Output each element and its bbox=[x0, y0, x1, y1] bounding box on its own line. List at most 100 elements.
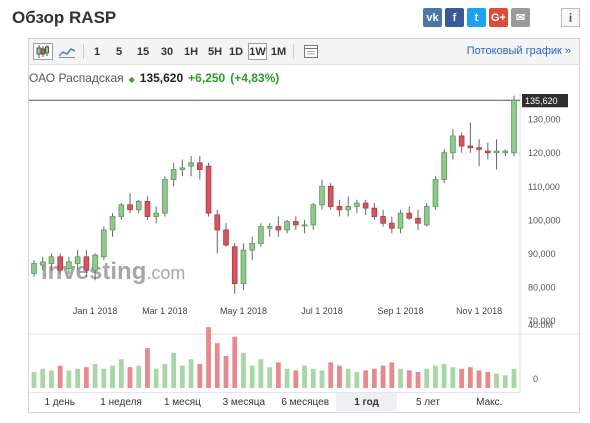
candle-body bbox=[197, 162, 203, 170]
range-selector: 1 день 1 неделя 1 месяц 3 месяца 6 месяцев 1 … bbox=[29, 392, 520, 411]
vk-icon[interactable]: vk bbox=[423, 8, 442, 27]
volume-bar bbox=[319, 370, 325, 388]
range-button[interactable]: 1 день bbox=[29, 393, 90, 411]
candle-body bbox=[135, 201, 142, 211]
volume-bar bbox=[511, 368, 517, 388]
volume-bar bbox=[40, 368, 46, 388]
chart-panel: 1 5 15 30 1H 5H 1D 1W 1M Потоковый график » ОАО … bbox=[28, 38, 580, 413]
info-icon[interactable]: i bbox=[561, 8, 580, 27]
volume-bar bbox=[188, 359, 194, 388]
x-tick-label: Nov 1 2018 bbox=[456, 306, 502, 316]
x-tick-label: Mar 1 2018 bbox=[142, 306, 188, 316]
y-tick-label: 110,000 bbox=[528, 182, 560, 192]
candle-body bbox=[380, 216, 386, 224]
candle-body bbox=[476, 147, 482, 150]
page-title: Обзор RASP bbox=[12, 8, 117, 27]
timeframe-1d[interactable]: 1D bbox=[227, 43, 245, 60]
volume-bar bbox=[293, 370, 299, 388]
candle-body bbox=[502, 150, 509, 154]
candle-body bbox=[188, 162, 194, 167]
volume-bar bbox=[389, 362, 395, 388]
candle-body bbox=[389, 222, 395, 229]
candle-body bbox=[493, 150, 500, 154]
volume-bar bbox=[57, 365, 63, 388]
candlestick-icon[interactable] bbox=[33, 43, 53, 60]
candle-body bbox=[240, 249, 247, 285]
volume-bar bbox=[302, 365, 307, 388]
last-price: 135,620 bbox=[139, 71, 184, 85]
volume-bar bbox=[398, 368, 403, 388]
volume-bar bbox=[75, 368, 81, 388]
volume-bar bbox=[371, 368, 377, 388]
timeframe-1w[interactable]: 1W bbox=[248, 43, 267, 60]
volume-bar bbox=[241, 352, 246, 388]
range-button[interactable]: 1 год bbox=[335, 393, 398, 411]
price-chart[interactable]: Investing.com70,00080,00090,000100,00011… bbox=[29, 94, 579, 392]
volume-bar bbox=[206, 327, 211, 388]
candle-body bbox=[101, 229, 107, 258]
candle-body bbox=[74, 256, 81, 264]
x-tick-label: May 1 2018 bbox=[220, 306, 267, 316]
volume-bar bbox=[127, 367, 133, 388]
volume-bar bbox=[424, 368, 430, 388]
timeframe-5[interactable]: 5 bbox=[111, 43, 127, 60]
candle-body bbox=[450, 135, 456, 154]
area-chart-icon[interactable] bbox=[57, 43, 77, 60]
stream-chart-link[interactable]: Потоковый график » bbox=[467, 45, 571, 57]
indicators-icon[interactable] bbox=[301, 43, 321, 60]
volume-bar bbox=[162, 364, 168, 388]
timeframe-5h[interactable]: 5H bbox=[205, 43, 225, 60]
volume-bar bbox=[232, 336, 238, 388]
candle-body bbox=[170, 169, 177, 180]
y-tick-label: 120,000 bbox=[528, 148, 561, 158]
y-tick-label: 130,000 bbox=[528, 115, 561, 125]
candle-body bbox=[423, 206, 430, 226]
volume-bar bbox=[136, 365, 142, 388]
range-button[interactable]: 1 неделя bbox=[90, 393, 151, 411]
volume-bar bbox=[345, 368, 351, 388]
chart-toolbar: 1 5 15 30 1H 5H 1D 1W 1M Потоковый график » bbox=[29, 39, 579, 65]
volume-bar bbox=[145, 348, 150, 388]
timeframe-1[interactable]: 1 bbox=[89, 43, 105, 60]
range-button[interactable]: 6 месяцев bbox=[275, 393, 336, 411]
range-button[interactable]: 3 месяца bbox=[213, 393, 274, 411]
google-plus-icon[interactable]: G+ bbox=[489, 8, 508, 27]
volume-bar bbox=[197, 364, 203, 388]
volume-bar bbox=[110, 365, 115, 388]
facebook-icon[interactable]: f bbox=[445, 8, 464, 27]
candle-body bbox=[415, 217, 421, 224]
timeframe-1h[interactable]: 1H bbox=[181, 43, 201, 60]
volume-bar bbox=[267, 367, 273, 388]
candle-body bbox=[485, 150, 491, 154]
range-button[interactable]: Макс. bbox=[459, 393, 520, 411]
volume-bar bbox=[223, 356, 229, 388]
email-icon[interactable]: ✉ bbox=[511, 8, 530, 27]
price-change: +6,250 bbox=[188, 71, 226, 85]
candle-body bbox=[31, 263, 37, 274]
candle-body bbox=[432, 179, 439, 207]
candle-body bbox=[511, 99, 517, 154]
volume-bar bbox=[118, 359, 124, 388]
volume-bar bbox=[433, 365, 438, 388]
volume-bar bbox=[284, 368, 290, 388]
candle-body bbox=[371, 207, 378, 217]
candle-body bbox=[223, 229, 229, 246]
volume-bar bbox=[467, 367, 473, 388]
candle-body bbox=[354, 202, 360, 207]
volume-bar bbox=[101, 368, 107, 388]
toolbar-separator bbox=[293, 44, 294, 59]
timeframe-30[interactable]: 30 bbox=[157, 43, 177, 60]
range-button[interactable]: 5 лет bbox=[397, 393, 458, 411]
timeframe-1m[interactable]: 1M bbox=[269, 43, 288, 60]
candle-body bbox=[162, 179, 168, 214]
candle-body bbox=[441, 152, 447, 180]
range-button[interactable]: 1 месяц bbox=[152, 393, 213, 411]
twitter-icon[interactable]: t bbox=[467, 8, 486, 27]
candle-body bbox=[467, 145, 474, 149]
last-price-label: 135,620 bbox=[525, 96, 558, 106]
candle-body bbox=[258, 226, 264, 244]
candle-body bbox=[301, 224, 308, 227]
candle-body bbox=[92, 254, 98, 271]
timeframe-15[interactable]: 15 bbox=[133, 43, 153, 60]
candle-body bbox=[284, 221, 290, 231]
